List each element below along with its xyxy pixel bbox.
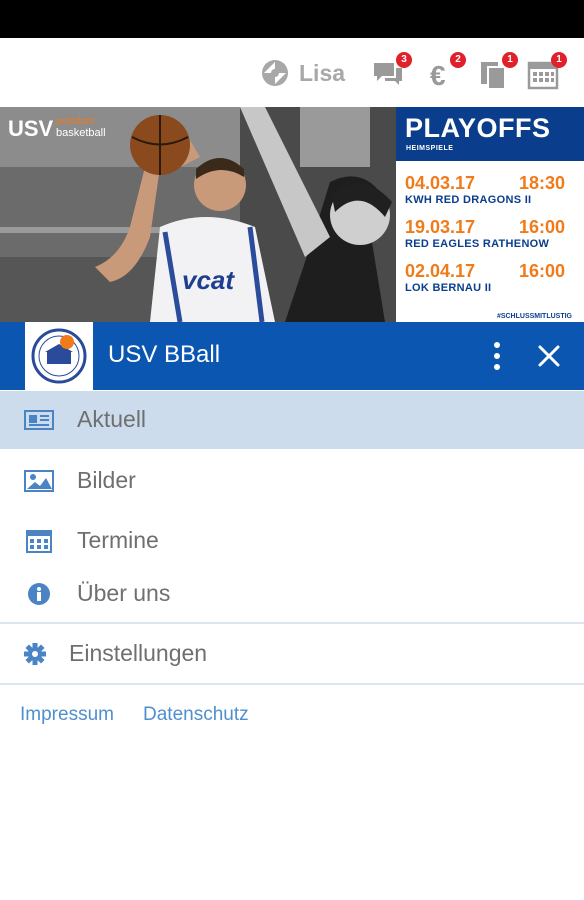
nav-label: Einstellungen [69,640,208,666]
poster-hashtag: #SCHLUSSMITLUSTIG [496,313,572,320]
status-bar [0,0,584,38]
game-entry: 02.04.17 16:00 LOK BERNAU II [405,261,583,294]
divider [0,683,584,685]
header-banner: vcat USV potsdam basketball PLAYOFFS HEI… [0,107,584,322]
more-vert-icon [494,342,500,370]
jersey-text: vcat [182,265,235,295]
poster-title: PLAYOFFS [405,113,551,143]
user-profile[interactable]: Lisa [260,56,345,90]
club-crest-icon [31,328,87,384]
close-button[interactable] [535,342,563,370]
game-date: 19.03.17 [405,217,476,237]
basketball-photo: vcat USV potsdam basketball [0,107,396,322]
messages-button[interactable]: 3 [372,52,412,90]
datenschutz-link[interactable]: Datenschutz [143,704,249,726]
game-team: RED EAGLES RATHENOW [405,238,550,250]
calendar-button[interactable]: 1 [527,52,567,90]
game-team: KWH RED DRAGONS II [405,194,532,206]
nav-label: Bilder [77,467,136,493]
club-header: USV BBall [0,322,584,390]
game-time: 18:30 [518,173,565,193]
game-team: LOK BERNAU II [405,282,492,294]
close-icon [538,345,560,367]
nav-label: Termine [77,527,159,553]
nav-item-bilder[interactable]: Bilder [0,452,584,510]
svg-text:€: € [430,60,446,90]
game-date: 04.03.17 [405,173,476,193]
user-name: Lisa [299,59,346,86]
club-logo[interactable] [25,322,93,390]
more-options-button[interactable] [485,339,509,373]
payments-button[interactable]: € 2 [426,52,466,91]
image-icon [24,470,54,492]
nav-label: Aktuell [77,406,147,432]
nav-item-aktuell[interactable]: Aktuell [0,391,584,449]
gear-icon [24,643,46,665]
documents-badge: 1 [502,52,518,68]
poster-subtitle: HEIMSPIELE [406,145,454,152]
calendar-badge: 1 [551,52,567,68]
game-entry: 04.03.17 18:30 KWH RED DRAGONS II [405,173,583,206]
top-bar: Lisa 3 € 2 1 1 [0,38,584,107]
nav-item-ueber-uns[interactable]: Über uns [0,565,584,623]
nav-label: Über uns [77,580,171,606]
playoffs-poster: PLAYOFFS HEIMSPIELE 04.03.17 18:30 KWH RE… [396,107,584,322]
user-avatar-icon [262,60,288,86]
game-entry: 19.03.17 16:00 RED EAGLES RATHENOW [405,217,583,250]
logo-potsdam-text: potsdam [56,116,94,127]
game-date: 02.04.17 [405,261,476,281]
nav-item-einstellungen[interactable]: Einstellungen [0,625,584,683]
info-icon [28,583,50,605]
logo-basketball-text: basketball [56,127,106,139]
game-time: 16:00 [518,217,565,237]
newspaper-icon [24,410,54,430]
messages-badge: 3 [396,52,412,68]
nav-item-termine[interactable]: Termine [0,512,584,570]
logo-usv-text: USV [8,116,54,141]
poster-header: PLAYOFFS HEIMSPIELE [396,107,584,161]
documents-button[interactable]: 1 [478,52,518,90]
club-name: USV BBall [108,341,221,368]
calendar-icon [26,530,52,553]
payments-badge: 2 [450,52,466,68]
impressum-link[interactable]: Impressum [20,704,114,726]
game-time: 16:00 [518,261,565,281]
divider [0,622,584,624]
